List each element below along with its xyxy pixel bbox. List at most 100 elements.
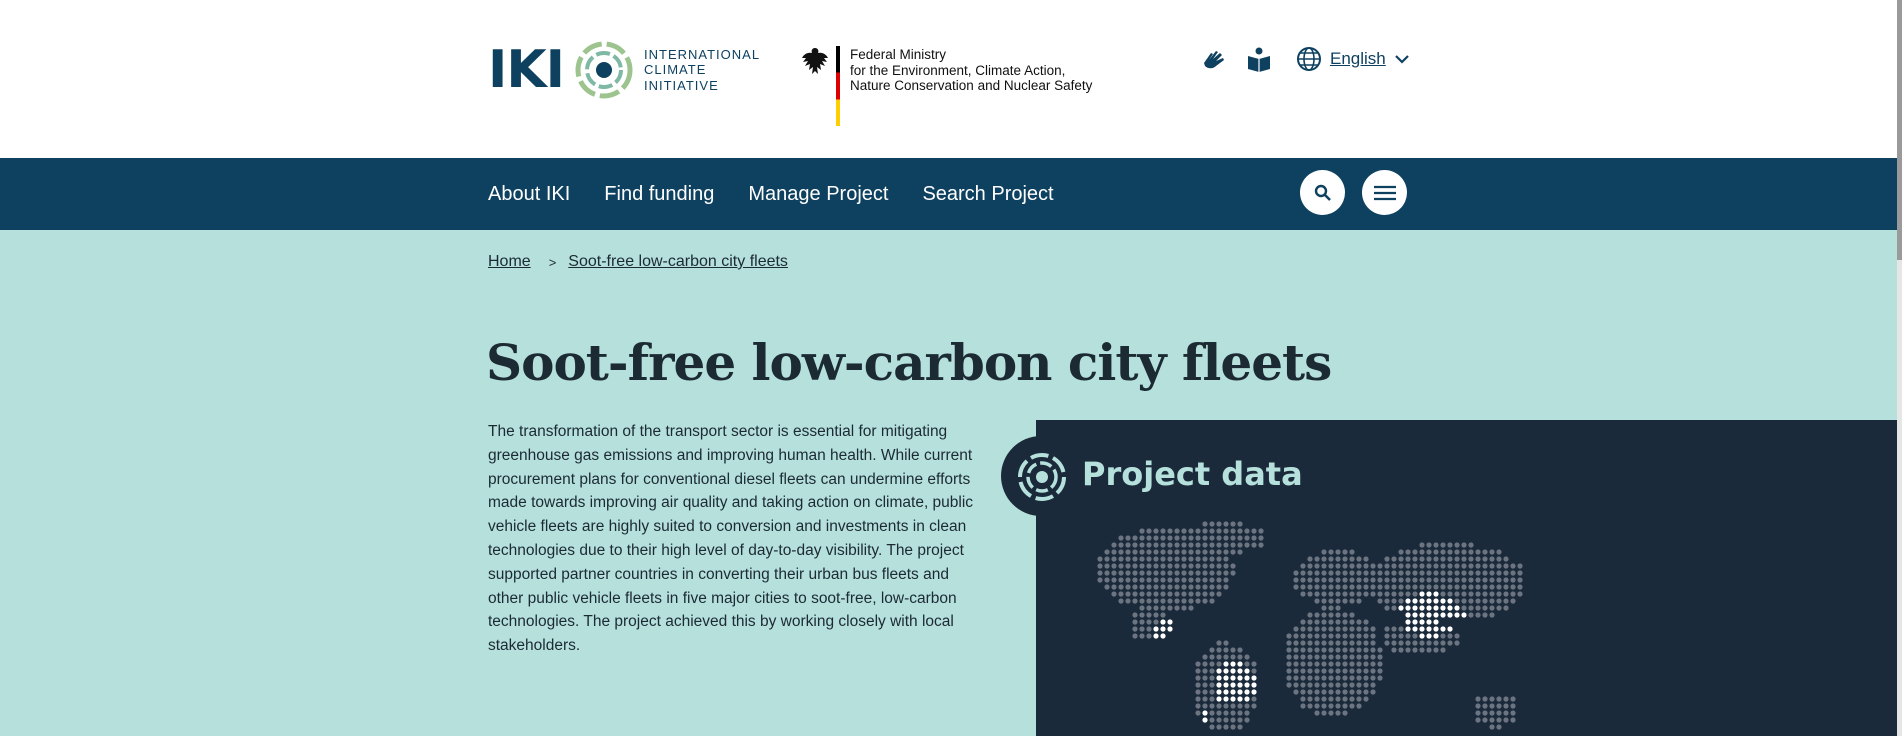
map-dot <box>1391 647 1397 653</box>
map-dot <box>1328 661 1334 667</box>
menu-button[interactable] <box>1362 170 1407 215</box>
map-dot <box>1307 640 1313 646</box>
map-dot <box>1412 563 1418 569</box>
map-dot <box>1258 535 1264 541</box>
search-button[interactable] <box>1300 170 1345 215</box>
map-dot <box>1363 682 1369 688</box>
map-dot <box>1237 542 1243 548</box>
map-dot <box>1251 535 1257 541</box>
map-dot <box>1202 570 1208 576</box>
map-dot <box>1454 577 1460 583</box>
map-dot <box>1300 661 1306 667</box>
german-flag-bar <box>836 46 840 126</box>
map-dot <box>1314 626 1320 632</box>
map-dot <box>1503 591 1509 597</box>
map-dot <box>1489 710 1495 716</box>
search-icon <box>1314 184 1331 201</box>
map-dot <box>1489 556 1495 562</box>
map-dot <box>1370 633 1376 639</box>
language-switcher[interactable]: English <box>1296 46 1410 72</box>
map-dot <box>1482 598 1488 604</box>
map-dot-project-country <box>1405 605 1411 611</box>
map-dot-project-country <box>1447 612 1453 618</box>
map-dot <box>1244 710 1250 716</box>
map-dot <box>1244 535 1250 541</box>
map-dot <box>1195 542 1201 548</box>
map-dot <box>1209 577 1215 583</box>
map-dot <box>1139 633 1145 639</box>
map-dot <box>1300 591 1306 597</box>
map-dot <box>1237 528 1243 534</box>
map-dot <box>1300 563 1306 569</box>
map-dot <box>1503 570 1509 576</box>
easy-read-book-icon[interactable] <box>1244 44 1274 74</box>
chevron-down-icon[interactable] <box>1394 53 1410 65</box>
map-dot <box>1139 563 1145 569</box>
breadcrumb-current[interactable]: Soot-free low-carbon city fleets <box>568 253 788 271</box>
map-dot <box>1412 633 1418 639</box>
map-dot <box>1377 570 1383 576</box>
map-dot <box>1475 717 1481 723</box>
map-dot-project-country <box>1237 696 1243 702</box>
map-dot <box>1258 528 1264 534</box>
map-dot <box>1412 591 1418 597</box>
map-dot <box>1356 654 1362 660</box>
map-dot <box>1496 591 1502 597</box>
nav-item-search-project[interactable]: Search Project <box>922 183 1053 206</box>
map-dot <box>1328 640 1334 646</box>
map-dot-project-country <box>1216 668 1222 674</box>
map-dot <box>1370 647 1376 653</box>
map-dot-project-country <box>1230 661 1236 667</box>
map-dot <box>1167 584 1173 590</box>
map-dot <box>1433 542 1439 548</box>
map-dot <box>1153 584 1159 590</box>
sign-language-icon[interactable] <box>1200 44 1230 74</box>
map-dot <box>1195 703 1201 709</box>
map-dot <box>1363 640 1369 646</box>
nav-item-manage-project[interactable]: Manage Project <box>748 183 888 206</box>
map-dot <box>1489 591 1495 597</box>
map-dot-project-country <box>1244 682 1250 688</box>
scrollbar-thumb[interactable] <box>1897 0 1902 260</box>
map-dot <box>1370 675 1376 681</box>
map-dot-project-country <box>1433 619 1439 625</box>
map-dot <box>1482 584 1488 590</box>
map-dot <box>1496 556 1502 562</box>
map-dot <box>1475 563 1481 569</box>
map-dot <box>1482 717 1488 723</box>
map-dot <box>1419 577 1425 583</box>
map-dot <box>1377 675 1383 681</box>
iki-logo[interactable]: IKI INTERNATIONAL CLIMATE INITIATIVE <box>488 38 760 102</box>
map-dot <box>1363 689 1369 695</box>
map-dot <box>1468 556 1474 562</box>
map-dot <box>1223 535 1229 541</box>
world-map[interactable] <box>1075 520 1525 736</box>
map-dot <box>1412 570 1418 576</box>
map-dot <box>1482 563 1488 569</box>
map-dot-project-country <box>1426 626 1432 632</box>
map-dot <box>1132 612 1138 618</box>
map-dot <box>1195 535 1201 541</box>
nav-item-find-funding[interactable]: Find funding <box>604 183 714 206</box>
nav-item-about-iki[interactable]: About IKI <box>488 183 570 206</box>
map-dot-project-country <box>1426 598 1432 604</box>
map-dot <box>1433 570 1439 576</box>
iki-logo-line: INTERNATIONAL <box>644 46 761 62</box>
map-dot <box>1195 563 1201 569</box>
language-label[interactable]: English <box>1330 49 1386 69</box>
breadcrumb-home[interactable]: Home <box>488 253 531 271</box>
map-dot-project-country <box>1244 668 1250 674</box>
map-dot <box>1125 556 1131 562</box>
map-dot <box>1237 549 1243 555</box>
map-dot <box>1356 661 1362 667</box>
ministry-logo[interactable]: Federal Ministry for the Environment, Cl… <box>800 46 1092 126</box>
map-dot <box>1468 612 1474 618</box>
map-dot <box>1461 598 1467 604</box>
map-dot <box>1216 563 1222 569</box>
map-dot <box>1454 556 1460 562</box>
map-dot <box>1293 654 1299 660</box>
map-dot <box>1489 577 1495 583</box>
map-dot-project-country <box>1433 605 1439 611</box>
map-dot <box>1139 598 1145 604</box>
map-dot <box>1188 598 1194 604</box>
